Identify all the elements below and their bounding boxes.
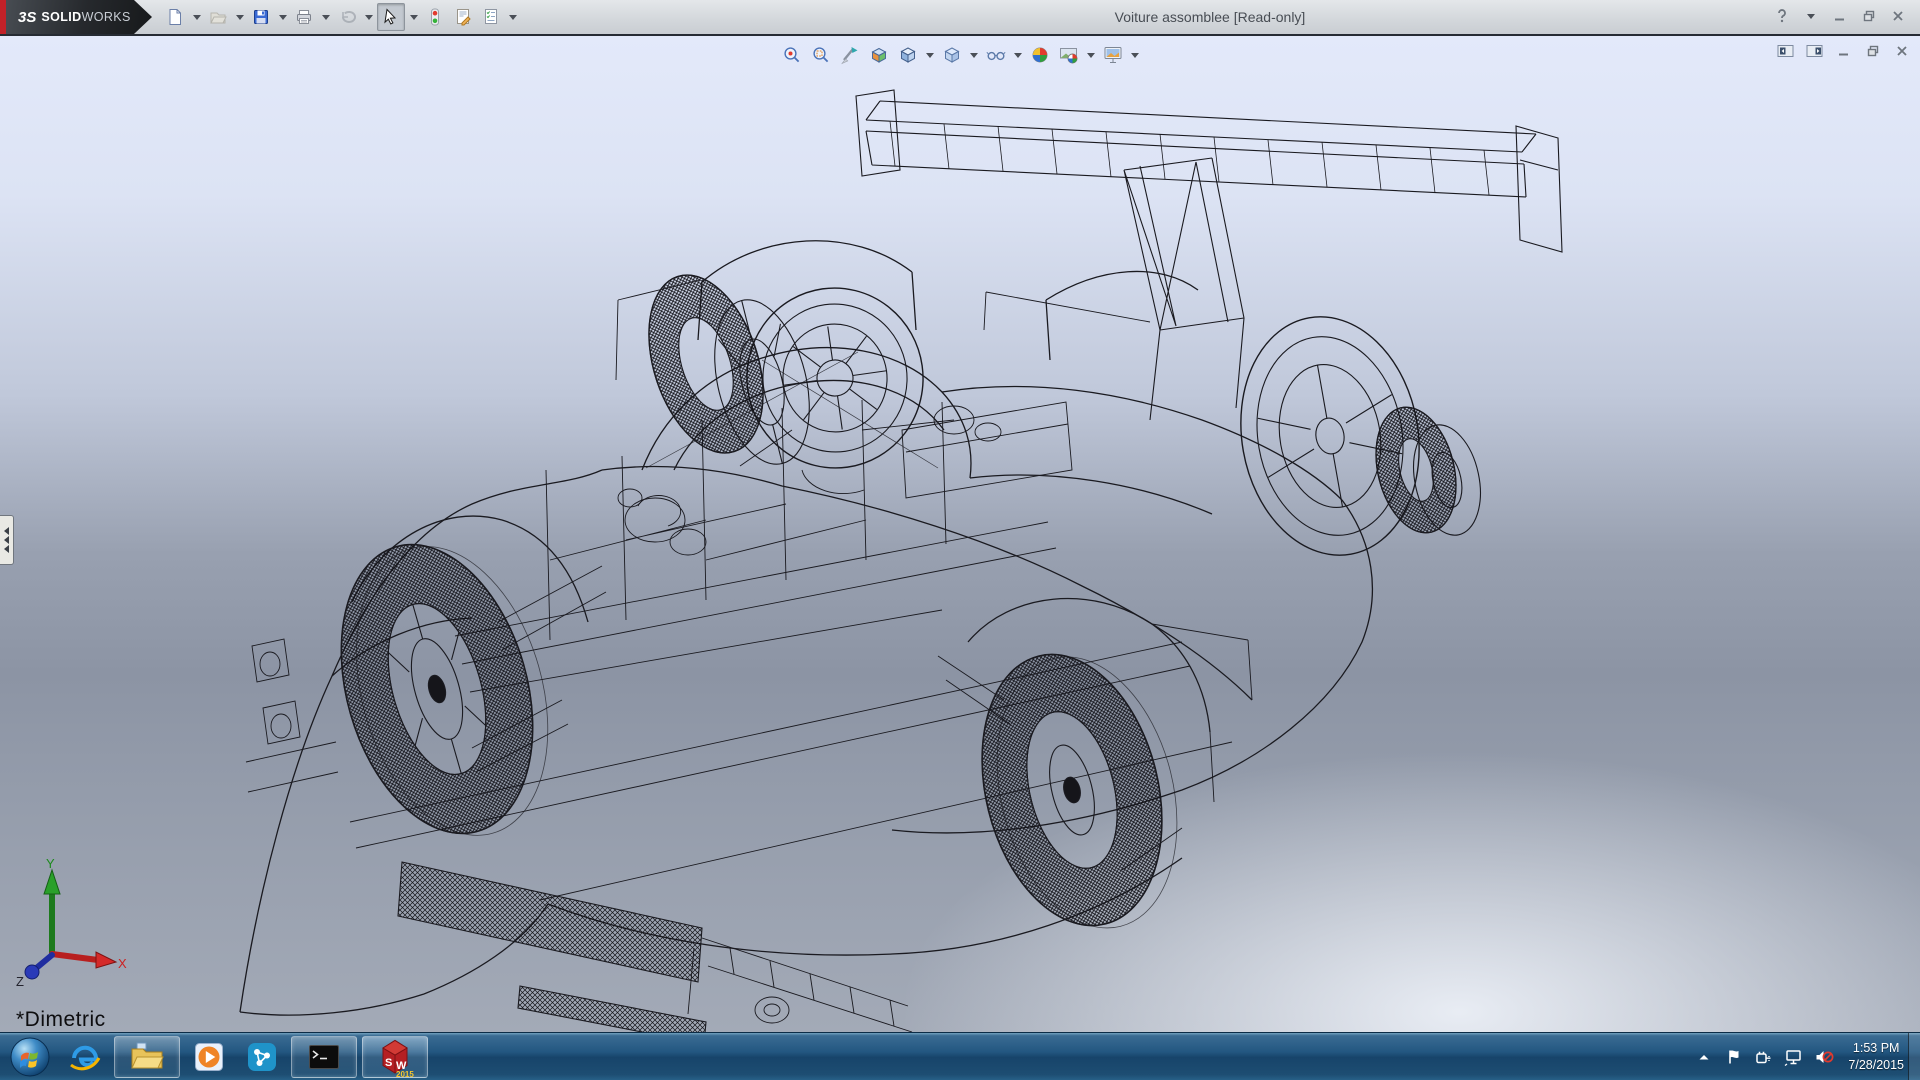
close-button[interactable] [1888,4,1908,28]
select-button[interactable] [377,3,405,31]
view-orientation-button[interactable] [895,42,921,68]
help-button[interactable] [1772,4,1792,28]
options-button[interactable] [478,4,504,30]
graphics-viewport[interactable]: Y X Z *Dimetric [0,36,1920,1032]
hide-show-items-dropdown[interactable] [1012,42,1024,68]
collapse-right-pane-button[interactable] [1805,41,1825,61]
document-window-controls [1776,41,1912,61]
clock-time: 1:53 PM [1848,1040,1904,1056]
display-style-button[interactable] [939,42,965,68]
collapse-left-pane-button[interactable] [1776,41,1796,61]
view-settings-dropdown[interactable] [1129,42,1141,68]
minimize-button[interactable] [1830,4,1850,28]
doc-minimize-button[interactable] [1834,41,1854,61]
main-toolbar [162,0,519,34]
open-button [205,4,231,30]
show-desktop-button[interactable] [1908,1033,1920,1080]
power-icon[interactable] [1754,1047,1774,1067]
triad-y-label: Y [46,858,55,871]
brand-solid: SOLID [41,10,81,24]
hide-show-items-button[interactable] [983,42,1009,68]
print-dropdown[interactable] [319,4,332,30]
title-bar: 3S SOLIDWORKS Voiture assomblee [Read-on… [0,0,1920,36]
wireframe-car-model[interactable] [0,36,1920,1032]
new-document-dropdown[interactable] [190,4,203,30]
clock-date: 7/28/2015 [1848,1057,1904,1073]
volume-muted-icon[interactable] [1814,1047,1834,1067]
network-icon[interactable] [1784,1047,1804,1067]
doc-close-button[interactable] [1892,41,1912,61]
feature-manager-collapse-tab[interactable] [0,515,14,565]
left-arrow-icon [3,545,10,553]
taskbar: SW2015 1:53 PM 7/28/2015 [0,1032,1920,1080]
view-orientation-dropdown[interactable] [924,42,936,68]
view-orientation-label: *Dimetric [16,1008,106,1032]
previous-view-button[interactable] [837,42,863,68]
save-button[interactable] [248,4,274,30]
undo-dropdown[interactable] [362,4,375,30]
undo-button [334,4,360,30]
taskbar-buttons: SW2015 [0,1033,428,1080]
view-settings-button[interactable] [1100,42,1126,68]
heads-up-view-toolbar [779,42,1141,68]
edit-appearance-button[interactable] [1027,42,1053,68]
titlebar-controls [1772,4,1908,28]
taskbar-windows-explorer[interactable] [114,1036,180,1078]
document-title: Voiture assomblee [Read-only] [1060,9,1360,25]
hidden-icons-icon[interactable] [1694,1047,1714,1067]
zoom-to-area-button[interactable] [808,42,834,68]
new-document-button[interactable] [162,4,188,30]
solidworks-logo: 3S SOLIDWORKS [0,0,152,34]
restore-button[interactable] [1859,4,1879,28]
taskbar-start[interactable] [4,1037,56,1077]
apply-scene-button[interactable] [1056,42,1082,68]
system-tray: 1:53 PM 7/28/2015 [1694,1033,1904,1080]
window-edge-accent [0,0,6,34]
select-dropdown[interactable] [407,4,420,30]
svg-text:S: S [385,1057,392,1069]
options-dropdown[interactable] [506,4,519,30]
open-dropdown[interactable] [233,4,246,30]
orientation-triad[interactable]: Y X Z [8,858,128,988]
rebuild-button[interactable] [422,4,448,30]
triad-z-label: Z [16,974,24,988]
triad-x-label: X [118,956,127,971]
file-properties-button[interactable] [450,4,476,30]
apply-scene-dropdown[interactable] [1085,42,1097,68]
left-arrow-icon [3,536,10,544]
brand-works: WORKS [82,10,131,24]
action-center-icon[interactable] [1724,1047,1744,1067]
doc-restore-button[interactable] [1863,41,1883,61]
brand-3ds-mark: 3S [18,9,36,26]
display-style-dropdown[interactable] [968,42,980,68]
taskbar-command-prompt[interactable] [291,1036,357,1078]
taskbar-internet-explorer[interactable] [61,1037,109,1077]
svg-text:2015: 2015 [396,1070,414,1078]
left-arrow-icon [3,527,10,535]
help-dropdown-button[interactable] [1801,4,1821,28]
taskbar-share-app[interactable] [238,1037,286,1077]
taskbar-media-player[interactable] [185,1037,233,1077]
save-dropdown[interactable] [276,4,289,30]
zoom-to-fit-button[interactable] [779,42,805,68]
taskbar-clock[interactable]: 1:53 PM 7/28/2015 [1848,1040,1904,1073]
taskbar-solidworks-2015[interactable]: SW2015 [362,1036,428,1078]
section-view-button[interactable] [866,42,892,68]
print-button[interactable] [291,4,317,30]
